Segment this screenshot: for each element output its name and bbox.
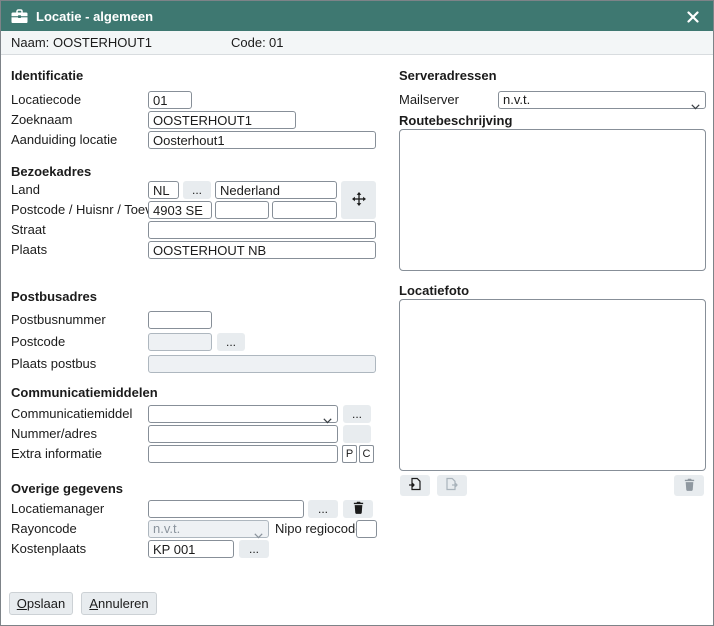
communicatiemiddel-label: Communicatiemiddel bbox=[11, 405, 132, 423]
locatiemanager-delete-button[interactable] bbox=[343, 500, 373, 518]
plaats-postbus-input bbox=[148, 355, 376, 373]
record-header: Naam: OOSTERHOUT1 Code: 01 bbox=[1, 31, 713, 55]
postcode-huisnr-toev-label: Postcode / Huisnr / Toev. bbox=[11, 201, 154, 219]
land-naam-input[interactable] bbox=[215, 181, 337, 199]
locatiemanager-lookup-button[interactable]: ... bbox=[308, 500, 338, 518]
kostenplaats-label: Kostenplaats bbox=[11, 540, 86, 558]
postbusnummer-label: Postbusnummer bbox=[11, 311, 106, 329]
kostenplaats-lookup-button[interactable]: ... bbox=[239, 540, 269, 558]
locatie-dialog: Locatie - algemeen Naam: OOSTERHOUT1 Cod… bbox=[0, 0, 714, 626]
communicatiemiddel-select[interactable] bbox=[148, 405, 338, 423]
titlebar: Locatie - algemeen bbox=[1, 1, 713, 31]
locatiefoto-import-button[interactable] bbox=[400, 475, 430, 496]
locatiecode-label: Locatiecode bbox=[11, 91, 81, 109]
postcode-input[interactable] bbox=[148, 201, 212, 219]
heading-identificatie: Identificatie bbox=[11, 68, 83, 84]
mailserver-label: Mailserver bbox=[399, 91, 459, 109]
locatiefoto-delete-button bbox=[674, 475, 704, 496]
zoeknaam-label: Zoeknaam bbox=[11, 111, 72, 129]
plaats-postbus-label: Plaats postbus bbox=[11, 355, 96, 373]
routebeschrijving-textarea[interactable] bbox=[399, 129, 706, 271]
dialog-title: Locatie - algemeen bbox=[36, 9, 153, 24]
move-icon bbox=[352, 192, 366, 209]
trash-icon bbox=[352, 501, 365, 517]
extra-informatie-input[interactable] bbox=[148, 445, 338, 463]
close-icon[interactable] bbox=[684, 8, 701, 25]
briefcase-icon bbox=[11, 9, 28, 24]
locatiefoto-box bbox=[399, 299, 706, 471]
postbus-postcode-lookup-button[interactable]: ... bbox=[217, 333, 245, 351]
nipo-regiocode-input[interactable] bbox=[356, 520, 377, 538]
straat-label: Straat bbox=[11, 221, 46, 239]
locatiecode-input[interactable] bbox=[148, 91, 192, 109]
huisnr-input[interactable] bbox=[215, 201, 269, 219]
plaats-label: Plaats bbox=[11, 241, 47, 259]
rayoncode-label: Rayoncode bbox=[11, 520, 77, 538]
kostenplaats-input[interactable] bbox=[148, 540, 234, 558]
straat-input[interactable] bbox=[148, 221, 376, 239]
map-move-button[interactable] bbox=[341, 181, 376, 219]
rayoncode-select: n.v.t. bbox=[148, 520, 269, 538]
nummer-adres-input[interactable] bbox=[148, 425, 338, 443]
nipo-regiocode-label: Nipo regiocode bbox=[275, 520, 362, 538]
annuleren-button[interactable]: Annuleren bbox=[81, 592, 157, 615]
nummer-adres-label: Nummer/adres bbox=[11, 425, 97, 443]
c-button[interactable]: C bbox=[359, 445, 374, 463]
opslaan-button[interactable]: Opslaan bbox=[9, 592, 73, 615]
locatiemanager-input[interactable] bbox=[148, 500, 304, 518]
land-lookup-button[interactable]: ... bbox=[183, 181, 211, 199]
postbus-postcode-input bbox=[148, 333, 212, 351]
file-export-icon bbox=[445, 477, 459, 494]
locatiemanager-label: Locatiemanager bbox=[11, 500, 104, 518]
heading-overige-gegevens: Overige gegevens bbox=[11, 481, 123, 497]
mailserver-select[interactable]: n.v.t. bbox=[498, 91, 706, 109]
heading-communicatiemiddelen: Communicatiemiddelen bbox=[11, 385, 158, 401]
heading-postbusadres: Postbusadres bbox=[11, 289, 97, 305]
file-import-icon bbox=[408, 477, 422, 494]
zoeknaam-input[interactable] bbox=[148, 111, 296, 129]
annuleren-label: Annuleren bbox=[89, 596, 148, 611]
toevoeging-input[interactable] bbox=[272, 201, 337, 219]
mailserver-value: n.v.t. bbox=[503, 92, 530, 108]
nummer-adres-blank-button bbox=[343, 425, 371, 443]
heading-routebeschrijving: Routebeschrijving bbox=[399, 113, 512, 129]
postbus-postcode-label: Postcode bbox=[11, 333, 65, 351]
p-button[interactable]: P bbox=[342, 445, 357, 463]
land-label: Land bbox=[11, 181, 40, 199]
chevron-down-icon bbox=[691, 98, 700, 113]
heading-locatiefoto: Locatiefoto bbox=[399, 283, 469, 299]
heading-bezoekadres: Bezoekadres bbox=[11, 164, 91, 180]
aanduiding-locatie-input[interactable] bbox=[148, 131, 376, 149]
code-value: 01 bbox=[269, 35, 283, 51]
heading-serveradressen: Serveradressen bbox=[399, 68, 497, 84]
locatiefoto-export-button bbox=[437, 475, 467, 496]
communicatiemiddel-lookup-button[interactable]: ... bbox=[343, 405, 371, 423]
code-label: Code: bbox=[231, 35, 266, 51]
land-code-input[interactable] bbox=[148, 181, 179, 199]
postbusnummer-input[interactable] bbox=[148, 311, 212, 329]
plaats-input[interactable] bbox=[148, 241, 376, 259]
aanduiding-locatie-label: Aanduiding locatie bbox=[11, 131, 117, 149]
naam-value: OOSTERHOUT1 bbox=[53, 35, 152, 51]
extra-informatie-label: Extra informatie bbox=[11, 445, 102, 463]
trash-icon bbox=[683, 478, 696, 494]
rayoncode-value: n.v.t. bbox=[153, 521, 180, 537]
naam-label: Naam: bbox=[11, 35, 49, 51]
opslaan-label: Opslaan bbox=[17, 596, 65, 611]
